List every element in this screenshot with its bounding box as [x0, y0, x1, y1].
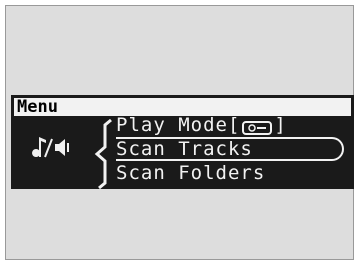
menu-item-play-mode[interactable]: Play Mode[]	[116, 115, 287, 136]
menu-list: Play Mode[] Scan Tracks Scan Folders	[91, 115, 356, 189]
music-note-speaker-icon	[25, 127, 79, 167]
menu-item-scan-tracks[interactable]: Scan Tracks	[116, 137, 344, 161]
display-screen: Menu Play Mode[] Scan Tracks Scan Folder…	[5, 5, 354, 260]
menu-panel: Menu Play Mode[] Scan Tracks Scan Folder…	[11, 95, 354, 189]
menu-item-scan-folders[interactable]: Scan Folders	[116, 163, 265, 184]
cd-icon	[242, 119, 273, 135]
menu-bracket	[94, 119, 112, 189]
